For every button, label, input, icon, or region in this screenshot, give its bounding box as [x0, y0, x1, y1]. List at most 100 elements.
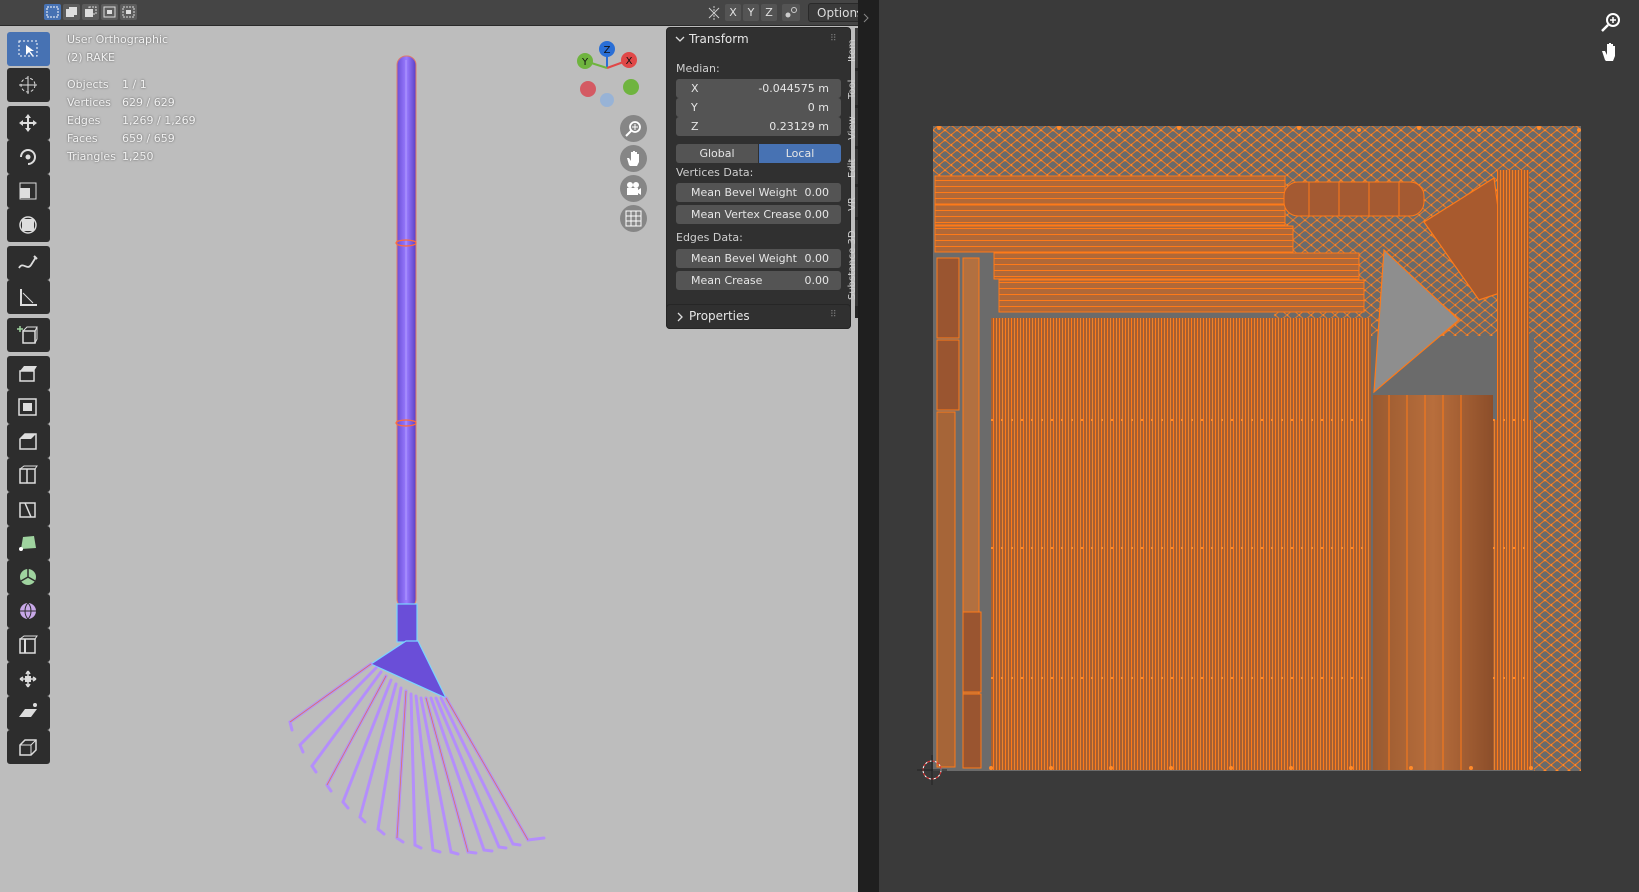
camera-icon[interactable]	[620, 175, 647, 202]
cursor-icon[interactable]	[7, 68, 50, 102]
panel-title[interactable]: Transform	[689, 32, 749, 46]
stat-label: Triangles	[67, 150, 116, 163]
select-invert-icon[interactable]	[101, 4, 118, 20]
properties-panel[interactable]: Properties ⠿	[666, 304, 851, 329]
field-label: Mean Bevel Weight	[691, 186, 797, 199]
field-value: 0.00	[804, 274, 830, 287]
poly-build-icon[interactable]	[7, 526, 50, 560]
stat-label: Edges	[67, 114, 101, 127]
median-x-field[interactable]: X -0.044575 m	[676, 79, 841, 98]
global-space-button[interactable]: Global	[676, 144, 758, 163]
drag-handle-icon[interactable]: ⠿	[830, 34, 837, 44]
shrink-fatten-icon[interactable]	[7, 662, 50, 696]
tab-label: Item	[847, 39, 858, 62]
mirror-z-toggle[interactable]: Z	[761, 4, 777, 21]
panel-title: Properties	[689, 309, 750, 323]
select-intersect-icon[interactable]	[120, 4, 137, 20]
tab-label: Edit	[847, 158, 858, 178]
select-box-icon[interactable]	[7, 32, 50, 66]
pan-hand-icon[interactable]	[1599, 40, 1623, 64]
uv-canvas	[917, 126, 1581, 785]
ortho-grid-icon[interactable]	[620, 205, 647, 232]
rotate-icon[interactable]	[7, 140, 50, 174]
knife-icon[interactable]	[7, 492, 50, 526]
drag-handle-icon[interactable]: ⠿	[830, 310, 837, 320]
options-dropdown[interactable]: Options	[808, 3, 858, 22]
auto-merge-icon[interactable]	[782, 4, 800, 21]
3d-viewport[interactable]: X Y Z Options	[0, 0, 858, 892]
transform-panel: Transform ⠿ Median: X -0.044575 m Y 0 m …	[666, 27, 851, 329]
stat-label: Vertices	[67, 96, 111, 109]
add-cube-icon[interactable]	[7, 318, 50, 352]
annotate-icon[interactable]	[7, 246, 50, 280]
stat-value: 1 / 1	[122, 78, 147, 91]
chevron-down-icon[interactable]	[675, 33, 685, 47]
field-label: Mean Vertex Crease	[691, 208, 802, 221]
field-label: Mean Crease	[691, 274, 763, 287]
tab-label: Tool	[847, 79, 858, 99]
gizmo-x-label: X	[626, 56, 633, 67]
inset-icon[interactable]	[7, 390, 50, 424]
field-value: 0.23129 m	[769, 120, 829, 133]
stat-label: Objects	[67, 78, 109, 91]
mean-vertex-crease-field[interactable]: Mean Vertex Crease 0.00	[676, 205, 841, 224]
chevron-right-icon	[675, 311, 685, 325]
median-label: Median:	[676, 62, 720, 75]
loop-cut-icon[interactable]	[7, 458, 50, 492]
field-label: Y	[691, 101, 698, 114]
smooth-icon[interactable]	[7, 594, 50, 628]
vertices-data-label: Vertices Data:	[676, 166, 754, 179]
uv-editor[interactable]	[879, 0, 1639, 892]
gizmo-y-label: Y	[581, 57, 589, 68]
stat-value: 629 / 629	[122, 96, 175, 109]
local-space-button[interactable]: Local	[759, 144, 841, 163]
field-value: 0.00	[804, 186, 830, 199]
zoom-icon[interactable]	[1599, 10, 1623, 34]
mean-crease-field[interactable]: Mean Crease 0.00	[676, 271, 841, 290]
tab-label: Substance 3D	[847, 230, 858, 300]
pan-hand-icon[interactable]	[620, 145, 647, 172]
field-label: X	[691, 82, 699, 95]
shear-icon[interactable]	[7, 696, 50, 730]
field-value: 0.00	[804, 208, 830, 221]
gizmo-z-label: Z	[604, 45, 611, 56]
tab-label: VR	[847, 197, 858, 211]
select-new-icon[interactable]	[44, 4, 61, 20]
tab-label: View	[847, 116, 858, 140]
field-label: Z	[691, 120, 699, 133]
zoom-icon[interactable]	[620, 115, 647, 142]
area-divider[interactable]	[858, 0, 879, 892]
viewport-header: X Y Z Options	[0, 0, 858, 26]
edge-slide-icon[interactable]	[7, 628, 50, 662]
edges-data-label: Edges Data:	[676, 231, 743, 244]
bevel-icon[interactable]	[7, 424, 50, 458]
stat-label: Faces	[67, 132, 98, 145]
median-z-field[interactable]: Z 0.23129 m	[676, 117, 841, 136]
stat-value: 659 / 659	[122, 132, 175, 145]
extrude-icon[interactable]	[7, 356, 50, 390]
mean-bevel-weight-vertex-field[interactable]: Mean Bevel Weight 0.00	[676, 183, 841, 202]
options-label: Options	[817, 6, 858, 20]
median-y-field[interactable]: Y 0 m	[676, 98, 841, 117]
stat-value: 1,250	[122, 150, 154, 163]
measure-icon[interactable]	[7, 280, 50, 314]
spin-icon[interactable]	[7, 560, 50, 594]
view-name: User Orthographic	[67, 33, 169, 46]
rip-region-icon[interactable]	[7, 730, 50, 764]
object-name: (2) RAKE	[67, 51, 115, 64]
mean-bevel-weight-edge-field[interactable]: Mean Bevel Weight 0.00	[676, 249, 841, 268]
select-extend-icon[interactable]	[63, 4, 80, 20]
mirror-x-toggle[interactable]: X	[725, 4, 741, 21]
field-value: 0.00	[804, 252, 830, 265]
field-value: 0 m	[807, 101, 829, 114]
field-value: -0.044575 m	[758, 82, 829, 95]
mirror-y-toggle[interactable]: Y	[743, 4, 759, 21]
navigation-gizmo[interactable]: Z X Y	[572, 38, 642, 108]
mirror-icon[interactable]	[706, 5, 722, 21]
stat-value: 1,269 / 1,269	[122, 114, 196, 127]
transform-icon[interactable]	[7, 208, 50, 242]
move-icon[interactable]	[7, 106, 50, 140]
field-label: Mean Bevel Weight	[691, 252, 797, 265]
scale-icon[interactable]	[7, 174, 50, 208]
select-subtract-icon[interactable]	[82, 4, 99, 20]
